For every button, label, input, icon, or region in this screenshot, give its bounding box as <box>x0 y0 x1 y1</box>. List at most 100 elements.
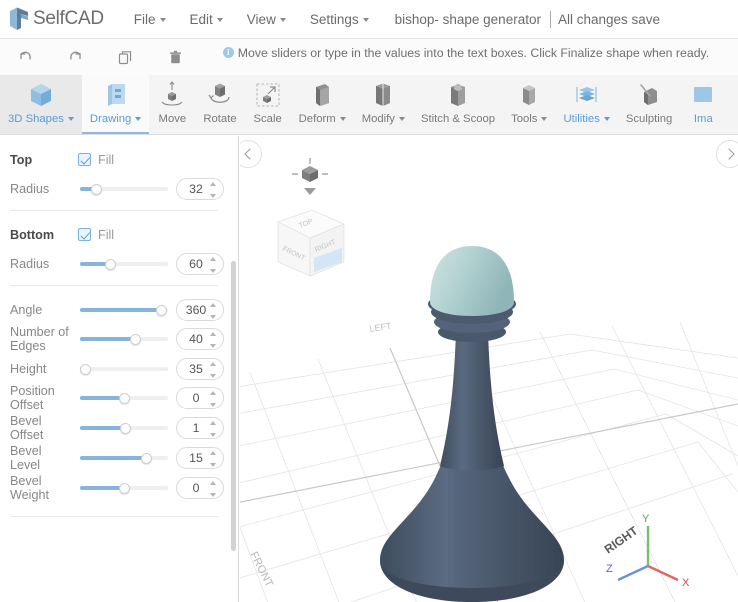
bevel-offset-slider[interactable] <box>80 421 168 435</box>
angle-input[interactable]: 360 <box>176 298 224 321</box>
bottom-fill-checkbox[interactable] <box>78 228 91 241</box>
stepper-up-icon[interactable] <box>209 332 216 336</box>
undo-button[interactable] <box>0 39 50 75</box>
bevel-level-input[interactable]: 15 <box>176 447 224 469</box>
stepper-arrows[interactable] <box>209 332 216 348</box>
chevron-down-icon <box>67 117 74 122</box>
height-slider[interactable] <box>80 362 168 376</box>
top-fill-label: Fill <box>98 152 115 167</box>
ribbon-label: Tools <box>511 113 548 125</box>
divider <box>10 516 218 517</box>
menu-label: View <box>246 11 276 27</box>
menu-item-file[interactable]: File <box>122 8 178 31</box>
stepper-arrows[interactable] <box>209 256 216 273</box>
slider-knob[interactable] <box>130 334 141 345</box>
expand-right-panel-button[interactable] <box>716 140 738 168</box>
slider-knob[interactable] <box>120 423 131 434</box>
stepper-down-icon[interactable] <box>209 268 216 273</box>
ribbon-item-tools[interactable]: Tools <box>503 75 555 134</box>
ribbon-item-modify[interactable]: Modify <box>354 75 413 134</box>
input-value: 360 <box>185 302 207 317</box>
menu-item-edit[interactable]: Edit <box>178 8 235 31</box>
stepper-up-icon[interactable] <box>209 421 216 425</box>
menu-label: File <box>133 11 156 27</box>
delete-button[interactable] <box>150 39 200 75</box>
slider-knob[interactable] <box>141 453 152 464</box>
position-offset-slider[interactable] <box>80 391 168 405</box>
stepper-up-icon[interactable] <box>209 361 216 366</box>
ribbon-item-utilities[interactable]: Utilities <box>555 75 617 134</box>
stepper-arrows[interactable] <box>209 302 216 319</box>
number-of-edges-input[interactable]: 40 <box>176 328 224 350</box>
bevel-level-slider[interactable] <box>80 451 168 465</box>
stepper-down-icon[interactable] <box>209 314 216 319</box>
stepper-up-icon[interactable] <box>209 451 216 455</box>
stepper-down-icon[interactable] <box>209 373 216 378</box>
stepper-arrows[interactable] <box>209 451 216 467</box>
chevron-down-icon <box>603 117 610 122</box>
ribbon-item-move[interactable]: Move <box>149 75 195 134</box>
bevel-weight-input[interactable]: 0 <box>176 477 224 499</box>
redo-button[interactable] <box>50 39 100 75</box>
number-of-edges-slider[interactable] <box>80 332 168 346</box>
stepper-arrows[interactable] <box>209 481 216 497</box>
slider-knob[interactable] <box>119 393 130 404</box>
menu-item-view[interactable]: View <box>235 8 298 31</box>
stepper-up-icon[interactable] <box>209 181 216 186</box>
top-radius-slider[interactable] <box>80 182 168 196</box>
sculpting-icon <box>634 79 664 111</box>
position-offset-input[interactable]: 0 <box>176 387 224 409</box>
ribbon-item-deform[interactable]: Deform <box>291 75 354 134</box>
3d-viewport[interactable]: LEFT FRONT TOP FRONT RIGHT Y X Z RIGHT <box>240 136 738 602</box>
slider-knob[interactable] <box>91 183 102 195</box>
ribbon-item-sculpting[interactable]: Sculpting <box>618 75 680 134</box>
stepper-down-icon[interactable] <box>209 463 216 467</box>
slider-knob[interactable] <box>156 304 167 316</box>
height-input[interactable]: 35 <box>176 357 224 380</box>
stepper-arrows[interactable] <box>209 361 216 378</box>
move-icon <box>157 79 187 111</box>
angle-slider[interactable] <box>80 303 168 317</box>
menu-item-settings[interactable]: Settings <box>298 8 381 31</box>
bevel-offset-input[interactable]: 1 <box>176 417 224 439</box>
slider-knob[interactable] <box>80 363 91 375</box>
stepper-down-icon[interactable] <box>209 344 216 348</box>
stepper-up-icon[interactable] <box>209 302 216 307</box>
document-title[interactable]: bishop- shape generator <box>395 12 541 27</box>
stepper-arrows[interactable] <box>209 391 216 407</box>
copy-icon <box>118 50 131 64</box>
param-label: Bevel Level <box>10 444 42 472</box>
ribbon-item-image[interactable]: Ima <box>680 75 726 134</box>
stepper-up-icon[interactable] <box>209 481 216 485</box>
ribbon-item-stitch-scoop[interactable]: Stitch & Scoop <box>413 75 503 134</box>
param-row-angle: Angle 360 <box>10 296 224 323</box>
caret-down-icon <box>304 188 316 195</box>
bevel-weight-slider[interactable] <box>80 481 168 495</box>
copy-button[interactable] <box>100 39 150 75</box>
stepper-down-icon[interactable] <box>209 403 216 407</box>
top-radius-input[interactable]: 32 <box>176 177 224 200</box>
stepper-up-icon[interactable] <box>209 256 216 261</box>
slider-knob[interactable] <box>105 258 116 270</box>
bottom-radius-input[interactable]: 60 <box>176 252 224 275</box>
app-logo[interactable]: SelfCAD <box>0 6 104 32</box>
stepper-arrows[interactable] <box>209 421 216 437</box>
ribbon-item-drawing[interactable]: Drawing <box>81 75 150 134</box>
bottom-radius-slider[interactable] <box>80 257 168 271</box>
stepper-up-icon[interactable] <box>209 391 216 395</box>
sidebar-scrollbar[interactable] <box>231 261 236 551</box>
stepper-down-icon[interactable] <box>209 193 216 198</box>
view-cube: TOP FRONT RIGHT <box>276 209 346 277</box>
info-icon: i <box>222 47 234 59</box>
ribbon-label: Stitch & Scoop <box>420 113 496 125</box>
slider-knob[interactable] <box>119 483 130 494</box>
cube-logo-icon <box>10 7 28 30</box>
ribbon-item-scale[interactable]: Scale <box>245 75 291 134</box>
ribbon-item-rotate[interactable]: Rotate <box>195 75 244 134</box>
stepper-down-icon[interactable] <box>209 493 216 497</box>
ribbon-item-3d-shapes[interactable]: 3D Shapes <box>0 75 82 134</box>
top-fill-checkbox[interactable] <box>78 153 91 166</box>
model-cap-dome <box>430 246 514 316</box>
stepper-arrows[interactable] <box>209 181 216 198</box>
stepper-down-icon[interactable] <box>209 433 216 437</box>
